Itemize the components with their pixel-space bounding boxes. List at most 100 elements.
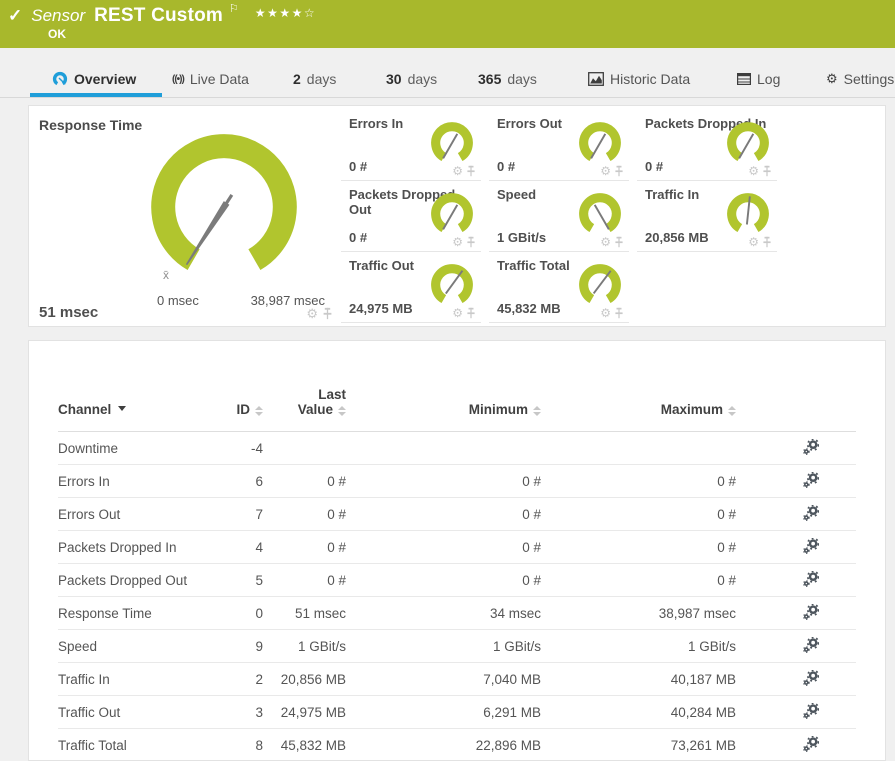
- tab-2-days-number: 2: [293, 71, 301, 87]
- gauges-card: Response Time x̄ 0 msec 38,987 msec 51 m…: [28, 105, 886, 327]
- channel-gauge-panel[interactable]: Packets Dropped Out 0 # ⚙: [341, 181, 481, 252]
- pin-icon[interactable]: [322, 307, 333, 320]
- tab-30-days[interactable]: 30 days: [386, 62, 437, 96]
- response-time-value: 51 msec: [39, 304, 98, 321]
- gauge-settings-gear-icon[interactable]: ⚙: [452, 236, 463, 248]
- cell-last-value: 0 #: [263, 540, 346, 555]
- cell-channel-id: 5: [233, 573, 263, 588]
- tab-30-days-number: 30: [386, 71, 402, 87]
- channel-settings-gears-icon[interactable]: [803, 505, 819, 521]
- channel-gauge: [428, 261, 476, 309]
- tab-2-days[interactable]: 2 days: [293, 62, 336, 96]
- channel-gauge-value: 0 #: [349, 230, 367, 245]
- channel-gauge-value: 1 GBit/s: [497, 230, 546, 245]
- tab-log-label: Log: [757, 71, 780, 87]
- cell-channel-name: Errors Out: [58, 507, 233, 522]
- pin-icon[interactable]: [466, 165, 476, 177]
- channel-gauge-label: Errors Out: [497, 116, 562, 131]
- column-header-minimum[interactable]: Minimum: [346, 402, 541, 417]
- channel-gauge-panel[interactable]: Speed 1 GBit/s ⚙: [489, 181, 629, 252]
- channel-gauge-label: Errors In: [349, 116, 403, 131]
- channel-gauge-panel[interactable]: Traffic Out 24,975 MB ⚙: [341, 252, 481, 323]
- cell-last-value: 20,856 MB: [263, 672, 346, 687]
- channel-table-row: Packets Dropped In 4 0 # 0 # 0 #: [58, 531, 856, 564]
- sensor-status-header: ✓ Sensor REST Custom ⚐ ★★★★☆ OK: [0, 0, 895, 48]
- channel-settings-gears-icon[interactable]: [803, 637, 819, 653]
- column-header-last-value[interactable]: Last Value: [263, 387, 346, 417]
- channel-table-header: Channel ID Last Value: [58, 341, 856, 432]
- pin-icon[interactable]: [762, 165, 772, 177]
- channel-gauge-panel[interactable]: Errors In 0 # ⚙: [341, 110, 481, 181]
- column-header-channel[interactable]: Channel: [58, 402, 233, 417]
- tab-365-days[interactable]: 365 days: [478, 62, 537, 96]
- prtg-sensor-page: ✓ Sensor REST Custom ⚐ ★★★★☆ OK Overview…: [0, 0, 895, 761]
- tab-365-days-unit: days: [507, 71, 537, 87]
- pin-icon[interactable]: [762, 236, 772, 248]
- column-header-channel-label: Channel: [58, 402, 111, 417]
- tab-log[interactable]: Log: [737, 62, 780, 96]
- channel-gauge: [576, 261, 624, 309]
- gauge-settings-gear-icon[interactable]: ⚙: [600, 165, 611, 177]
- channel-table-row: Packets Dropped Out 5 0 # 0 # 0 #: [58, 564, 856, 597]
- channel-table-row: Traffic In 2 20,856 MB 7,040 MB 40,187 M…: [58, 663, 856, 696]
- sort-descending-icon: [118, 406, 126, 411]
- channel-settings-gears-icon[interactable]: [803, 670, 819, 686]
- channel-gauge-value: 45,832 MB: [497, 301, 561, 316]
- channel-settings-gears-icon[interactable]: [803, 703, 819, 719]
- pin-icon[interactable]: [614, 165, 624, 177]
- gauge-settings-gear-icon[interactable]: ⚙: [452, 307, 463, 319]
- flag-icon[interactable]: ⚐: [229, 2, 239, 15]
- priority-stars[interactable]: ★★★★☆: [255, 6, 316, 20]
- gauge-settings-gear-icon[interactable]: ⚙: [748, 236, 759, 248]
- cell-last-value: 0 #: [263, 474, 346, 489]
- channel-gauge-panel[interactable]: Traffic Total 45,832 MB ⚙: [489, 252, 629, 323]
- channel-table: Channel ID Last Value: [29, 341, 885, 761]
- cell-maximum: 0 #: [541, 540, 736, 555]
- channel-gauge-value: 20,856 MB: [645, 230, 709, 245]
- cell-minimum: 1 GBit/s: [346, 639, 541, 654]
- pin-icon[interactable]: [614, 307, 624, 319]
- pin-icon[interactable]: [614, 236, 624, 248]
- gauge-settings-gear-icon[interactable]: ⚙: [600, 307, 611, 319]
- tab-historic-data[interactable]: Historic Data: [588, 62, 690, 96]
- average-marker: x̄: [163, 268, 169, 282]
- channel-table-row: Errors In 6 0 # 0 # 0 #: [58, 465, 856, 498]
- channel-settings-gears-icon[interactable]: [803, 571, 819, 587]
- cell-channel-id: 4: [233, 540, 263, 555]
- response-time-gauge-panel[interactable]: Response Time x̄ 0 msec 38,987 msec 51 m…: [29, 106, 337, 326]
- channel-settings-gears-icon[interactable]: [803, 538, 819, 554]
- channel-gauge: [576, 190, 624, 238]
- tab-live-data[interactable]: ((•)) Live Data: [172, 62, 249, 96]
- tab-overview[interactable]: Overview: [52, 62, 136, 96]
- channel-gauge-panel[interactable]: Errors Out 0 # ⚙: [489, 110, 629, 181]
- gauge-settings-gear-icon[interactable]: ⚙: [748, 165, 759, 177]
- cell-maximum: 1 GBit/s: [541, 639, 736, 654]
- channel-gauge: [428, 190, 476, 238]
- cell-minimum: 0 #: [346, 573, 541, 588]
- gauge-min-label: 0 msec: [157, 293, 199, 308]
- column-header-maximum[interactable]: Maximum: [541, 402, 736, 417]
- channel-settings-gears-icon[interactable]: [803, 736, 819, 752]
- channel-gauge-panel[interactable]: Traffic In 20,856 MB ⚙: [637, 181, 777, 252]
- channel-settings-gears-icon[interactable]: [803, 472, 819, 488]
- channel-table-card: Channel ID Last Value: [28, 340, 886, 761]
- cell-minimum: 0 #: [346, 507, 541, 522]
- gauge-settings-gear-icon[interactable]: ⚙: [600, 236, 611, 248]
- tab-settings[interactable]: ⚙ Settings: [826, 62, 894, 96]
- gauge-settings-gear-icon[interactable]: ⚙: [452, 165, 463, 177]
- channel-gauge-panel[interactable]: Packets Dropped In 0 # ⚙: [637, 110, 777, 181]
- channel-settings-gears-icon[interactable]: [803, 604, 819, 620]
- pin-icon[interactable]: [466, 236, 476, 248]
- tab-historic-data-label: Historic Data: [610, 71, 690, 87]
- pin-icon[interactable]: [466, 307, 476, 319]
- channel-settings-gears-icon[interactable]: [803, 439, 819, 455]
- channel-table-body: Downtime -4: [58, 432, 856, 761]
- channel-gauge-label: Traffic In: [645, 187, 699, 202]
- cell-channel-name: Response Time: [58, 606, 233, 621]
- gauge-settings-gear-icon[interactable]: ⚙: [306, 308, 318, 320]
- column-header-value-label: Value: [298, 402, 333, 417]
- column-header-id[interactable]: ID: [233, 402, 263, 417]
- channel-table-row: Speed 9 1 GBit/s 1 GBit/s 1 GBit/s: [58, 630, 856, 663]
- cell-maximum: 73,261 MB: [541, 738, 736, 753]
- star-empty: ☆: [304, 6, 316, 20]
